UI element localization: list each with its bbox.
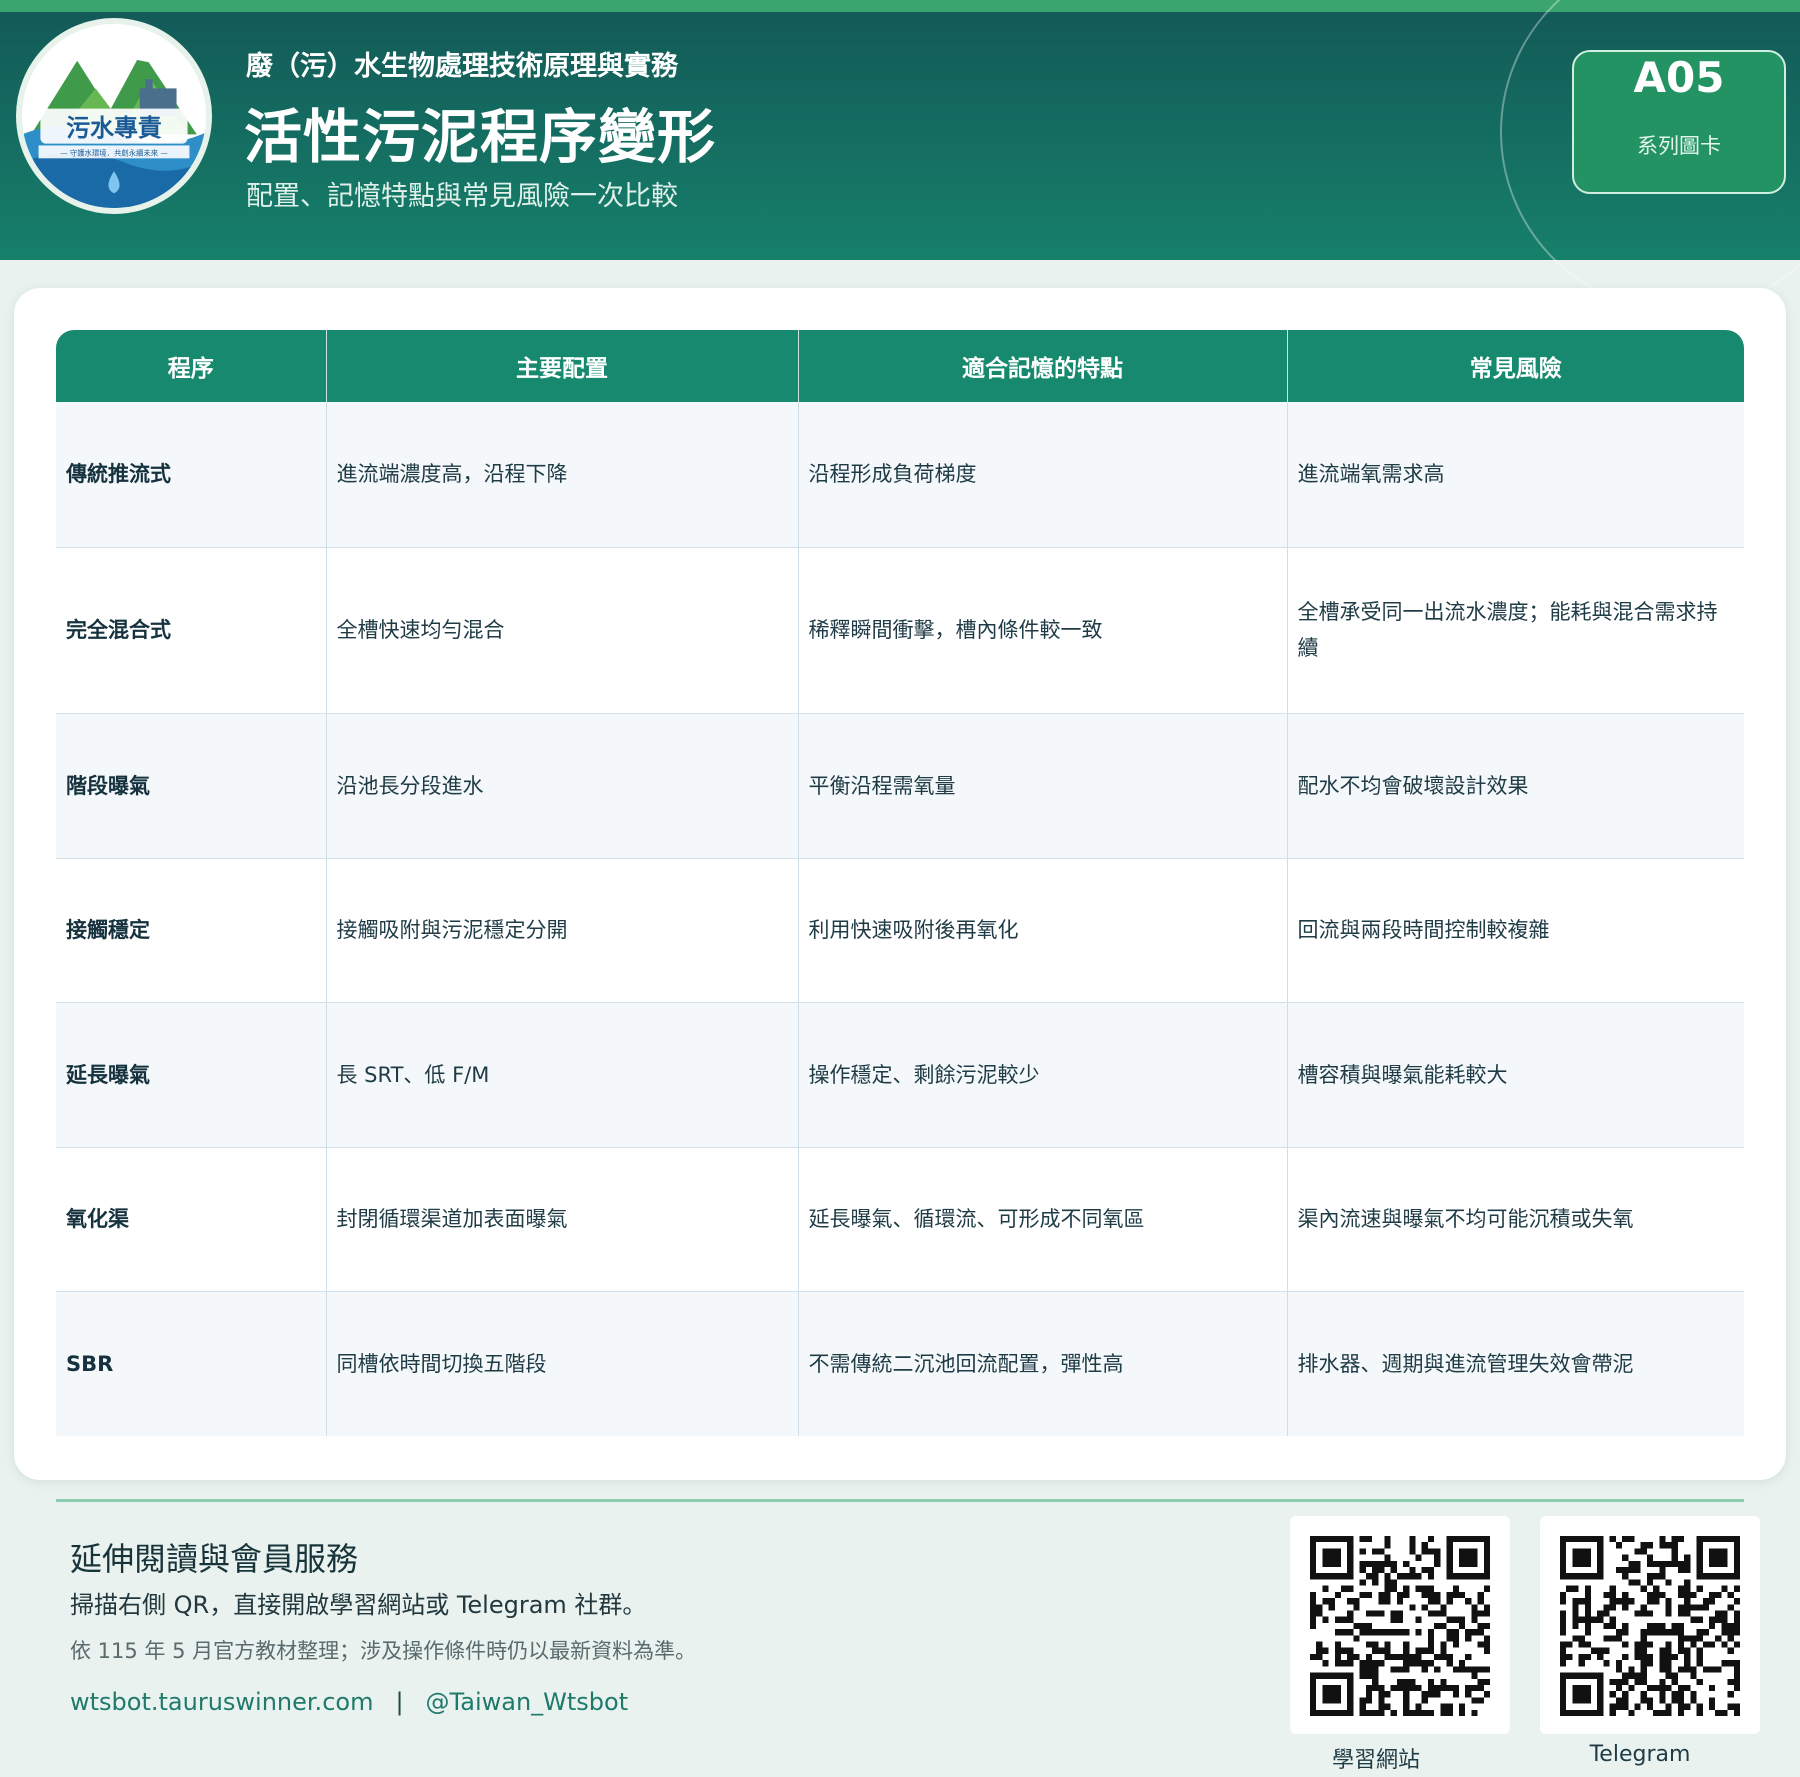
header-process: 程序: [56, 330, 327, 402]
table-row: 完全混合式 全槽快速均勻混合 稀釋瞬間衝擊，槽內條件較一致 全槽承受同一出流水濃…: [56, 547, 1744, 714]
cell-process: 階段曝氣: [56, 713, 327, 859]
top-accent-bar: [0, 0, 1800, 12]
cell-features: 延長曝氣、循環流、可形成不同氧區: [798, 1147, 1288, 1292]
comparison-table: 程序 主要配置 適合記憶的特點 常見風險 傳統推流式 進流端濃度高，沿程下降 沿…: [56, 330, 1744, 1436]
qr-telegram-label: Telegram: [1589, 1742, 1691, 1767]
series-badge: A05 系列圖卡: [1572, 50, 1786, 194]
cell-process: SBR: [56, 1291, 327, 1436]
cell-process: 傳統推流式: [56, 402, 327, 548]
footer-title: 延伸閱讀與會員服務: [70, 1540, 359, 1578]
telegram-link[interactable]: @Taiwan_Wtsbot: [426, 1688, 629, 1716]
cell-features: 稀釋瞬間衝擊，槽內條件較一致: [798, 547, 1288, 714]
cell-risks: 排水器、週期與進流管理失效會帶泥: [1287, 1291, 1744, 1436]
qr-website-label: 學習網站: [1331, 1748, 1420, 1773]
cell-features: 沿程形成負荷梯度: [798, 402, 1288, 548]
link-separator: |: [395, 1688, 404, 1716]
table-row: 階段曝氣 沿池長分段進水 平衡沿程需氧量 配水不均會破壞設計效果: [56, 713, 1744, 859]
cell-risks: 全槽承受同一出流水濃度；能耗與混合需求持續: [1287, 547, 1744, 714]
cell-risks: 槽容積與曝氣能耗較大: [1287, 1002, 1744, 1148]
badge-label: 系列圖卡: [1637, 134, 1721, 158]
table-header-row: 程序 主要配置 適合記憶的特點 常見風險: [56, 330, 1744, 402]
header-configuration: 主要配置: [326, 330, 799, 402]
footer-disclaimer: 依 115 年 5 月官方教材整理；涉及操作條件時仍以最新資料為準。: [70, 1639, 697, 1663]
cell-process: 完全混合式: [56, 547, 327, 714]
qr-code-website-art: [1310, 1536, 1490, 1716]
badge-code: A05: [1633, 53, 1725, 102]
cell-configuration: 接觸吸附與污泥穩定分開: [326, 858, 799, 1003]
logo-subtext: — 守護水環境．共創永續未來 —: [60, 149, 168, 158]
cell-features: 不需傳統二沉池回流配置，彈性高: [798, 1291, 1288, 1436]
footer-links: wtsbot.tauruswinner.com | @Taiwan_Wtsbot: [70, 1688, 628, 1716]
series-eyebrow: 廢（污）水生物處理技術原理與實務: [246, 51, 678, 82]
table-row: 接觸穩定 接觸吸附與污泥穩定分開 利用快速吸附後再氧化 回流與兩段時間控制較複雜: [56, 858, 1744, 1003]
cell-configuration: 進流端濃度高，沿程下降: [326, 402, 799, 548]
cell-configuration: 封閉循環渠道加表面曝氣: [326, 1147, 799, 1292]
website-link[interactable]: wtsbot.tauruswinner.com: [70, 1688, 373, 1716]
cell-configuration: 長 SRT、低 F/M: [326, 1002, 799, 1148]
cell-process: 氧化渠: [56, 1147, 327, 1292]
qr-code-telegram-icon[interactable]: [1540, 1516, 1760, 1734]
qr-code-telegram-art: [1560, 1536, 1740, 1716]
logo-emblem-art: 污水專責 — 守護水環境．共創永續未來 —: [22, 24, 206, 208]
cell-configuration: 同槽依時間切換五階段: [326, 1291, 799, 1436]
comparison-table-wrapper: 程序 主要配置 適合記憶的特點 常見風險 傳統推流式 進流端濃度高，沿程下降 沿…: [56, 330, 1744, 1436]
footer-instruction: 掃描右側 QR，直接開啟學習網站或 Telegram 社群。: [70, 1591, 647, 1619]
cell-features: 操作穩定、剩餘污泥較少: [798, 1002, 1288, 1148]
logo-text: 污水專責: [66, 114, 162, 142]
cell-configuration: 沿池長分段進水: [326, 713, 799, 859]
cell-risks: 配水不均會破壞設計效果: [1287, 713, 1744, 859]
cell-configuration: 全槽快速均勻混合: [326, 547, 799, 714]
cell-features: 平衡沿程需氧量: [798, 713, 1288, 859]
cell-features: 利用快速吸附後再氧化: [798, 858, 1288, 1003]
table-row: 延長曝氣 長 SRT、低 F/M 操作穩定、剩餘污泥較少 槽容積與曝氣能耗較大: [56, 1002, 1744, 1148]
cell-process: 接觸穩定: [56, 858, 327, 1003]
cell-process: 延長曝氣: [56, 1002, 327, 1148]
header-features: 適合記憶的特點: [798, 330, 1288, 402]
footer-divider: [56, 1499, 1744, 1502]
page-title: 活性污泥程序變形: [244, 103, 717, 171]
table-row: 傳統推流式 進流端濃度高，沿程下降 沿程形成負荷梯度 進流端氧需求高: [56, 402, 1744, 548]
cell-risks: 回流與兩段時間控制較複雜: [1287, 858, 1744, 1003]
qr-code-website-icon[interactable]: [1290, 1516, 1510, 1734]
logo-emblem-icon: 污水專責 — 守護水環境．共創永續未來 —: [16, 18, 212, 214]
cell-risks: 渠內流速與曝氣不均可能沉積或失氧: [1287, 1147, 1744, 1292]
table-row: 氧化渠 封閉循環渠道加表面曝氣 延長曝氣、循環流、可形成不同氧區 渠內流速與曝氣…: [56, 1147, 1744, 1292]
table-row: SBR 同槽依時間切換五階段 不需傳統二沉池回流配置，彈性高 排水器、週期與進流…: [56, 1291, 1744, 1436]
header-risks: 常見風險: [1287, 330, 1744, 402]
cell-risks: 進流端氧需求高: [1287, 402, 1744, 548]
page-subtitle: 配置、記憶特點與常見風險一次比較: [246, 181, 678, 212]
